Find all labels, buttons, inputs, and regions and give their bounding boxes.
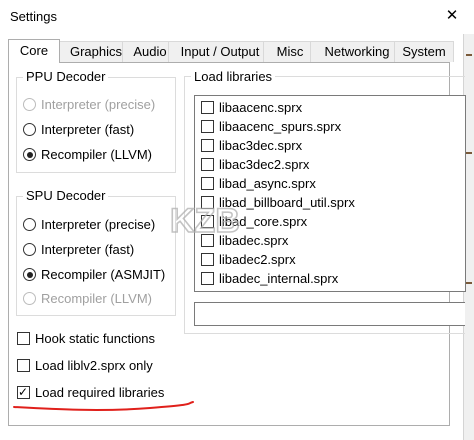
checkbox-box[interactable] [201,139,214,152]
option-label: Recompiler (LLVM) [41,291,153,306]
spu-option-recompiler-asmjit[interactable]: Recompiler (ASMJIT) [23,266,165,284]
tab-misc[interactable]: Misc [263,41,317,62]
checkbox-box[interactable] [17,332,30,345]
option-label: Interpreter (precise) [41,217,156,232]
settings-window: Settings ✕ Core Graphics Audio Input / O… [0,0,474,440]
spu-option-recompiler-llvm[interactable]: Recompiler (LLVM) [23,290,152,308]
option-label: Recompiler (LLVM) [41,147,153,162]
checkbox-label: Load liblv2.sprx only [35,358,153,373]
list-item[interactable]: libac3dec.sprx [201,137,302,155]
radio-button[interactable] [23,268,36,281]
window-title: Settings [10,9,57,24]
list-item[interactable]: libaacenc_spurs.sprx [201,118,341,136]
list-item-label: libadec2.sprx [219,252,296,267]
hook-static-functions-checkbox[interactable]: Hook static functions [17,330,155,348]
tab-bar: Core Graphics Audio Input / Output Misc … [8,39,454,63]
tab-core[interactable]: Core [8,39,60,63]
list-item[interactable]: libaacenc.sprx [201,99,302,117]
spu-decoder-title: SPU Decoder [23,188,109,203]
checkbox-box[interactable] [201,101,214,114]
list-item[interactable]: libad_core.sprx [201,213,307,231]
ppu-option-interpreter-fast[interactable]: Interpreter (fast) [23,121,134,139]
list-item-label: libac3dec2.sprx [219,157,310,172]
ppu-option-interpreter-precise[interactable]: Interpreter (precise) [23,96,155,114]
spu-option-interpreter-precise[interactable]: Interpreter (precise) [23,216,155,234]
list-item-label: libac3dec.sprx [219,138,303,153]
list-item[interactable]: libadec_internal.sprx [201,270,338,288]
radio-button[interactable] [23,98,36,111]
option-label: Recompiler (ASMJIT) [41,267,166,282]
list-item[interactable]: libad_async.sprx [201,175,316,193]
list-item-label: libad_core.sprx [219,214,308,229]
list-item-label: libad_billboard_util.sprx [219,195,355,210]
list-item-label: libaacenc_spurs.sprx [219,119,342,134]
library-filter-input[interactable] [194,302,465,326]
list-item[interactable]: libadec2.sprx [201,251,296,269]
radio-button[interactable] [23,218,36,231]
option-label: Interpreter (fast) [41,242,135,257]
list-item[interactable]: libac3dec2.sprx [201,156,309,174]
list-item-label: libaacenc.sprx [219,100,303,115]
ppu-decoder-group: PPU Decoder Interpreter (precise) Interp… [16,69,176,173]
list-item-label: libadec_internal.sprx [219,271,339,286]
radio-button[interactable] [23,292,36,305]
checkbox-box[interactable] [201,120,214,133]
list-item-label: libad_async.sprx [219,176,316,191]
title-bar: Settings ✕ [0,0,474,34]
checkbox-box[interactable] [201,196,214,209]
checkbox-box[interactable] [201,215,214,228]
spu-option-interpreter-fast[interactable]: Interpreter (fast) [23,241,134,259]
list-item[interactable]: libad_billboard_util.sprx [201,194,355,212]
option-label: Interpreter (fast) [41,122,135,137]
radio-button[interactable] [23,243,36,256]
checkbox-box[interactable] [17,359,30,372]
checkbox-box[interactable] [201,177,214,190]
checkbox-box[interactable] [201,234,214,247]
tab-system[interactable]: System [394,41,454,62]
ppu-option-recompiler-llvm[interactable]: Recompiler (LLVM) [23,146,152,164]
load-libraries-title: Load libraries [191,69,276,84]
checkbox-label: Hook static functions [35,331,155,346]
load-liblv2-only-checkbox[interactable]: Load liblv2.sprx only [17,357,153,375]
red-underline-annotation [13,401,194,411]
list-item-label: libadec.sprx [219,233,289,248]
list-item[interactable]: libadec.sprx [201,232,288,250]
checkbox-box[interactable] [201,272,214,285]
ppu-decoder-title: PPU Decoder [23,69,109,84]
checkbox-box[interactable] [201,253,214,266]
tab-networking[interactable]: Networking [310,41,404,62]
radio-button[interactable] [23,123,36,136]
option-label: Interpreter (precise) [41,97,156,112]
library-list[interactable]: libaacenc.sprx libaacenc_spurs.sprx liba… [194,95,466,292]
close-icon[interactable]: ✕ [440,6,464,24]
radio-button[interactable] [23,148,36,161]
tab-input-output[interactable]: Input / Output [168,41,272,62]
checkbox-box[interactable] [201,158,214,171]
spu-decoder-group: SPU Decoder Interpreter (precise) Interp… [16,188,176,316]
